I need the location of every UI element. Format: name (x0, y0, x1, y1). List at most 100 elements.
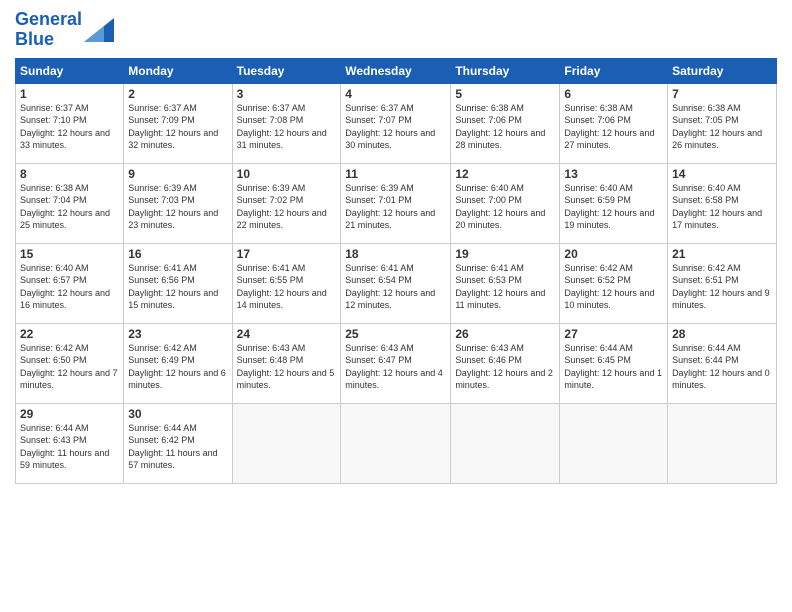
table-row: 19Sunrise: 6:41 AMSunset: 6:53 PMDayligh… (451, 243, 560, 323)
table-row: 24Sunrise: 6:43 AMSunset: 6:48 PMDayligh… (232, 323, 341, 403)
logo-text: General Blue (15, 10, 82, 50)
table-row: 27Sunrise: 6:44 AMSunset: 6:45 PMDayligh… (560, 323, 668, 403)
day-number: 28 (672, 327, 772, 341)
table-row: 16Sunrise: 6:41 AMSunset: 6:56 PMDayligh… (124, 243, 232, 323)
day-number: 6 (564, 87, 663, 101)
table-row: 29Sunrise: 6:44 AMSunset: 6:43 PMDayligh… (16, 403, 124, 483)
day-info: Sunrise: 6:40 AMSunset: 6:58 PMDaylight:… (672, 182, 772, 232)
day-info: Sunrise: 6:37 AMSunset: 7:09 PMDaylight:… (128, 102, 227, 152)
day-number: 15 (20, 247, 119, 261)
logo-icon (84, 18, 114, 42)
day-number: 21 (672, 247, 772, 261)
page-container: General Blue Sunday Monday Tuesday (0, 0, 792, 612)
day-info: Sunrise: 6:37 AMSunset: 7:10 PMDaylight:… (20, 102, 119, 152)
table-row: 28Sunrise: 6:44 AMSunset: 6:44 PMDayligh… (668, 323, 777, 403)
day-number: 24 (237, 327, 337, 341)
day-number: 4 (345, 87, 446, 101)
col-saturday: Saturday (668, 58, 777, 83)
calendar-header-row: Sunday Monday Tuesday Wednesday Thursday… (16, 58, 777, 83)
day-info: Sunrise: 6:39 AMSunset: 7:03 PMDaylight:… (128, 182, 227, 232)
calendar-week-row: 8Sunrise: 6:38 AMSunset: 7:04 PMDaylight… (16, 163, 777, 243)
day-info: Sunrise: 6:44 AMSunset: 6:44 PMDaylight:… (672, 342, 772, 392)
day-info: Sunrise: 6:43 AMSunset: 6:47 PMDaylight:… (345, 342, 446, 392)
logo: General Blue (15, 10, 114, 50)
table-row: 15Sunrise: 6:40 AMSunset: 6:57 PMDayligh… (16, 243, 124, 323)
table-row: 26Sunrise: 6:43 AMSunset: 6:46 PMDayligh… (451, 323, 560, 403)
day-number: 26 (455, 327, 555, 341)
day-number: 13 (564, 167, 663, 181)
table-row: 12Sunrise: 6:40 AMSunset: 7:00 PMDayligh… (451, 163, 560, 243)
calendar-week-row: 22Sunrise: 6:42 AMSunset: 6:50 PMDayligh… (16, 323, 777, 403)
day-info: Sunrise: 6:42 AMSunset: 6:50 PMDaylight:… (20, 342, 119, 392)
table-row: 6Sunrise: 6:38 AMSunset: 7:06 PMDaylight… (560, 83, 668, 163)
col-friday: Friday (560, 58, 668, 83)
table-row: 3Sunrise: 6:37 AMSunset: 7:08 PMDaylight… (232, 83, 341, 163)
calendar-week-row: 29Sunrise: 6:44 AMSunset: 6:43 PMDayligh… (16, 403, 777, 483)
table-row: 11Sunrise: 6:39 AMSunset: 7:01 PMDayligh… (341, 163, 451, 243)
table-row (232, 403, 341, 483)
day-number: 3 (237, 87, 337, 101)
day-number: 7 (672, 87, 772, 101)
day-number: 12 (455, 167, 555, 181)
table-row: 13Sunrise: 6:40 AMSunset: 6:59 PMDayligh… (560, 163, 668, 243)
day-info: Sunrise: 6:44 AMSunset: 6:42 PMDaylight:… (128, 422, 227, 472)
col-sunday: Sunday (16, 58, 124, 83)
table-row: 30Sunrise: 6:44 AMSunset: 6:42 PMDayligh… (124, 403, 232, 483)
day-info: Sunrise: 6:43 AMSunset: 6:48 PMDaylight:… (237, 342, 337, 392)
day-number: 25 (345, 327, 446, 341)
table-row: 7Sunrise: 6:38 AMSunset: 7:05 PMDaylight… (668, 83, 777, 163)
calendar-week-row: 1Sunrise: 6:37 AMSunset: 7:10 PMDaylight… (16, 83, 777, 163)
day-info: Sunrise: 6:44 AMSunset: 6:43 PMDaylight:… (20, 422, 119, 472)
day-number: 8 (20, 167, 119, 181)
day-info: Sunrise: 6:38 AMSunset: 7:06 PMDaylight:… (455, 102, 555, 152)
table-row: 1Sunrise: 6:37 AMSunset: 7:10 PMDaylight… (16, 83, 124, 163)
table-row: 20Sunrise: 6:42 AMSunset: 6:52 PMDayligh… (560, 243, 668, 323)
day-info: Sunrise: 6:41 AMSunset: 6:56 PMDaylight:… (128, 262, 227, 312)
table-row: 17Sunrise: 6:41 AMSunset: 6:55 PMDayligh… (232, 243, 341, 323)
col-monday: Monday (124, 58, 232, 83)
day-number: 19 (455, 247, 555, 261)
day-info: Sunrise: 6:40 AMSunset: 6:59 PMDaylight:… (564, 182, 663, 232)
day-info: Sunrise: 6:40 AMSunset: 7:00 PMDaylight:… (455, 182, 555, 232)
day-number: 20 (564, 247, 663, 261)
calendar-table: Sunday Monday Tuesday Wednesday Thursday… (15, 58, 777, 484)
col-tuesday: Tuesday (232, 58, 341, 83)
day-info: Sunrise: 6:42 AMSunset: 6:49 PMDaylight:… (128, 342, 227, 392)
day-info: Sunrise: 6:43 AMSunset: 6:46 PMDaylight:… (455, 342, 555, 392)
table-row (341, 403, 451, 483)
calendar-week-row: 15Sunrise: 6:40 AMSunset: 6:57 PMDayligh… (16, 243, 777, 323)
day-info: Sunrise: 6:42 AMSunset: 6:52 PMDaylight:… (564, 262, 663, 312)
day-info: Sunrise: 6:40 AMSunset: 6:57 PMDaylight:… (20, 262, 119, 312)
day-number: 16 (128, 247, 227, 261)
day-number: 17 (237, 247, 337, 261)
day-number: 18 (345, 247, 446, 261)
table-row (668, 403, 777, 483)
day-info: Sunrise: 6:38 AMSunset: 7:05 PMDaylight:… (672, 102, 772, 152)
table-row: 5Sunrise: 6:38 AMSunset: 7:06 PMDaylight… (451, 83, 560, 163)
table-row: 18Sunrise: 6:41 AMSunset: 6:54 PMDayligh… (341, 243, 451, 323)
day-number: 2 (128, 87, 227, 101)
day-info: Sunrise: 6:38 AMSunset: 7:04 PMDaylight:… (20, 182, 119, 232)
day-number: 11 (345, 167, 446, 181)
day-info: Sunrise: 6:39 AMSunset: 7:02 PMDaylight:… (237, 182, 337, 232)
table-row: 8Sunrise: 6:38 AMSunset: 7:04 PMDaylight… (16, 163, 124, 243)
day-number: 14 (672, 167, 772, 181)
table-row: 21Sunrise: 6:42 AMSunset: 6:51 PMDayligh… (668, 243, 777, 323)
table-row: 25Sunrise: 6:43 AMSunset: 6:47 PMDayligh… (341, 323, 451, 403)
day-number: 10 (237, 167, 337, 181)
day-number: 9 (128, 167, 227, 181)
day-number: 5 (455, 87, 555, 101)
day-info: Sunrise: 6:37 AMSunset: 7:07 PMDaylight:… (345, 102, 446, 152)
day-info: Sunrise: 6:41 AMSunset: 6:54 PMDaylight:… (345, 262, 446, 312)
col-thursday: Thursday (451, 58, 560, 83)
day-info: Sunrise: 6:39 AMSunset: 7:01 PMDaylight:… (345, 182, 446, 232)
table-row: 23Sunrise: 6:42 AMSunset: 6:49 PMDayligh… (124, 323, 232, 403)
day-number: 1 (20, 87, 119, 101)
table-row: 10Sunrise: 6:39 AMSunset: 7:02 PMDayligh… (232, 163, 341, 243)
day-info: Sunrise: 6:38 AMSunset: 7:06 PMDaylight:… (564, 102, 663, 152)
day-info: Sunrise: 6:37 AMSunset: 7:08 PMDaylight:… (237, 102, 337, 152)
table-row (451, 403, 560, 483)
table-row: 22Sunrise: 6:42 AMSunset: 6:50 PMDayligh… (16, 323, 124, 403)
table-row: 9Sunrise: 6:39 AMSunset: 7:03 PMDaylight… (124, 163, 232, 243)
col-wednesday: Wednesday (341, 58, 451, 83)
